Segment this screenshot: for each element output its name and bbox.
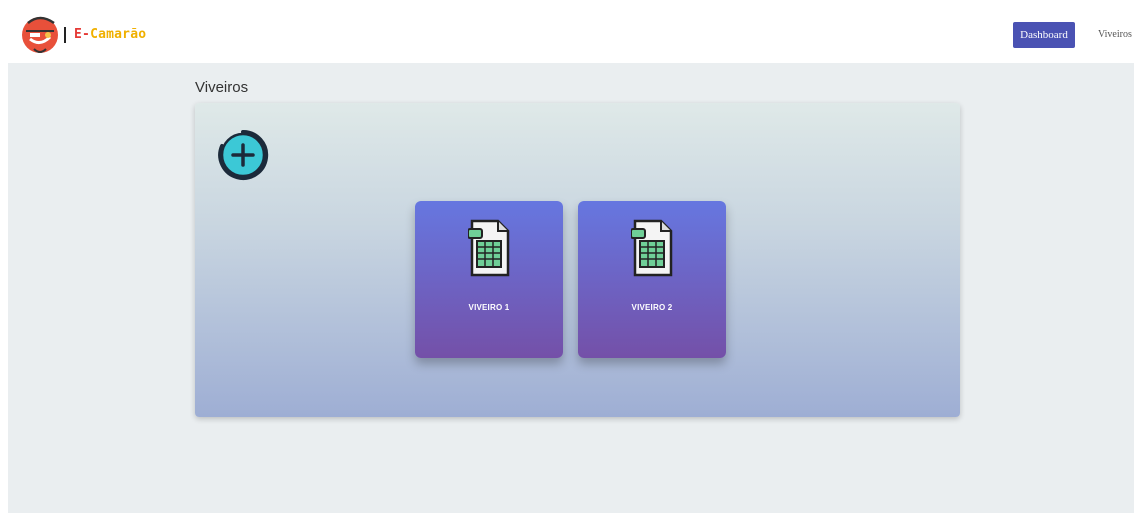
dashboard-button[interactable]: Dashboard xyxy=(1013,22,1075,48)
page-title: Viveiros xyxy=(195,79,249,96)
top-navbar: E-Camarão Dashboard Viveiros xyxy=(0,0,1134,66)
brand-suffix: Camarão xyxy=(90,27,147,42)
add-circle-icon[interactable] xyxy=(216,128,270,182)
viveiro-card[interactable]: VIVEIRO 2 xyxy=(578,201,726,358)
card-label: VIVEIRO 2 xyxy=(631,303,673,312)
brand-prefix: E- xyxy=(74,27,91,42)
shrimp-logo-icon[interactable] xyxy=(20,13,60,55)
brand-name[interactable]: E-Camarão xyxy=(74,27,146,42)
viveiro-card[interactable]: VIVEIRO 1 xyxy=(415,201,563,358)
spreadsheet-icon xyxy=(467,219,510,277)
brand-divider xyxy=(64,27,66,43)
viveiros-nav-link[interactable]: Viveiros xyxy=(1098,29,1132,40)
spreadsheet-icon xyxy=(630,219,673,277)
card-label: VIVEIRO 1 xyxy=(468,303,510,312)
